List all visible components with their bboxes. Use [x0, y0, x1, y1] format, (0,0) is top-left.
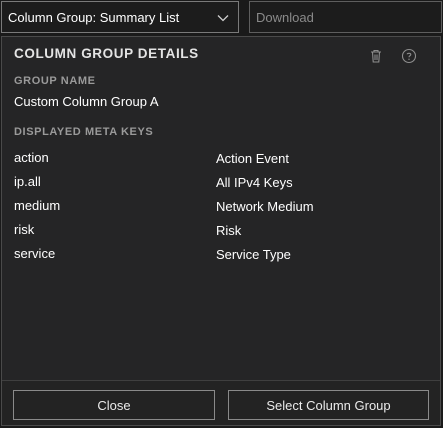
meta-key: service [14, 246, 56, 261]
chevron-down-icon [216, 11, 230, 25]
meta-key: medium [14, 198, 61, 213]
top-bar: Column Group: Summary List Download [0, 0, 443, 36]
column-group-select-value: Column Group: Summary List [8, 9, 180, 25]
meta-key: action [14, 150, 49, 165]
trash-icon[interactable] [368, 48, 384, 64]
download-placeholder: Download [256, 9, 314, 25]
group-name-value: Custom Column Group A [14, 94, 159, 109]
meta-key-name: Service Type [216, 247, 291, 262]
meta-keys-label: DISPLAYED META KEYS [14, 126, 154, 138]
meta-key-name: Risk [216, 223, 242, 238]
meta-key-name: All IPv4 Keys [216, 175, 293, 190]
panel-title: COLUMN GROUP DETAILS [14, 46, 199, 61]
meta-key: risk [14, 222, 35, 237]
download-dropdown[interactable]: Download [249, 1, 442, 33]
help-icon[interactable] [401, 48, 417, 64]
meta-key: ip.all [14, 174, 41, 189]
meta-key-name: Action Event [216, 151, 289, 166]
meta-key-name: Network Medium [216, 199, 314, 214]
select-column-group-button[interactable]: Select Column Group [228, 390, 429, 420]
panel-footer: Close Select Column Group [2, 380, 440, 425]
column-group-details-panel: COLUMN GROUP DETAILS GROUP NAME Custom C… [1, 36, 441, 426]
group-name-label: GROUP NAME [14, 75, 96, 87]
column-group-select[interactable]: Column Group: Summary List [1, 1, 239, 33]
close-button[interactable]: Close [13, 390, 215, 420]
